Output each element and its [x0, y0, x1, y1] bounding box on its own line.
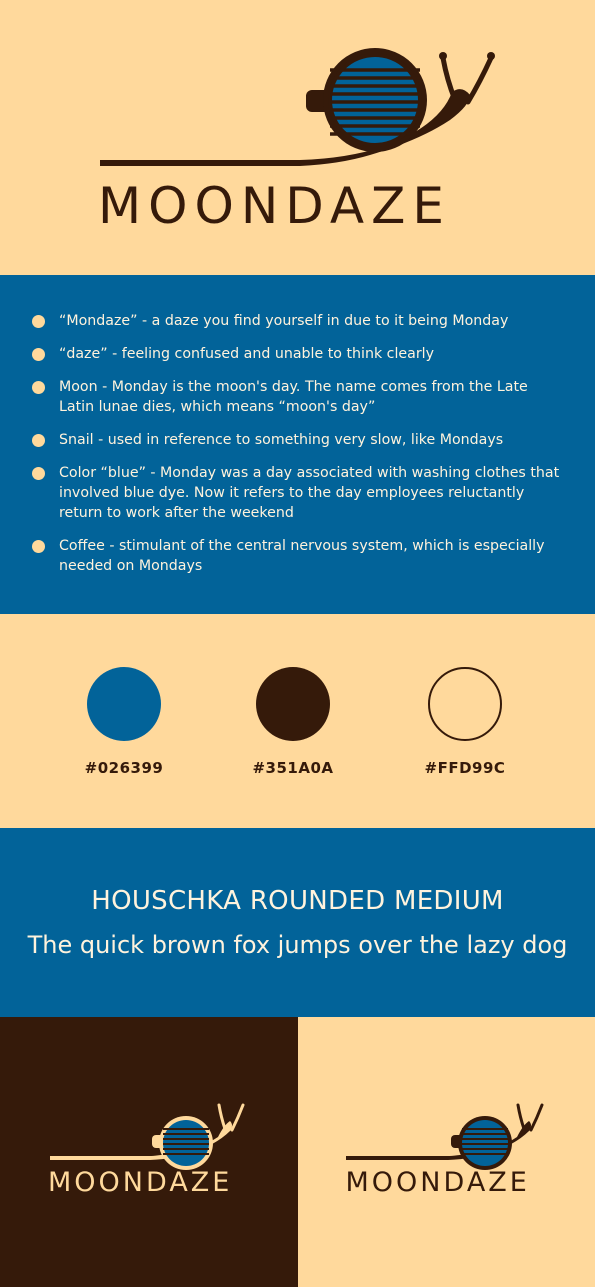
list-item: “daze” - feeling confused and unable to … [32, 344, 565, 364]
bullet-dot-icon [32, 467, 45, 480]
color-palette-section: #026399 #351A0A #FFD99C [0, 614, 595, 828]
logo-header-section: MOONDAZE [0, 0, 595, 275]
bullet-dot-icon [32, 348, 45, 361]
list-item: Coffee - stimulant of the central nervou… [32, 536, 565, 576]
swatch-cream [428, 667, 502, 741]
typography-section: HOUSCHKA ROUNDED MEDIUM The quick brown … [0, 828, 595, 1017]
list-item: “Mondaze” - a daze you find yourself in … [32, 311, 565, 331]
font-sample: The quick brown fox jumps over the lazy … [27, 931, 568, 959]
meaning-section: “Mondaze” - a daze you find yourself in … [0, 275, 595, 614]
bullet-dot-icon [32, 434, 45, 447]
swatch-label-brown: #351A0A [252, 759, 334, 777]
snail-coffee-logo-light [50, 1103, 245, 1170]
logo-variant-dark: MOONDAZE [0, 1017, 298, 1287]
bullet-dot-icon [32, 540, 45, 553]
swatch-label-blue: #026399 [84, 759, 164, 777]
logo-wordmark-dark: MOONDAZE [345, 1167, 530, 1198]
logo-variants-section: MOONDAZE MOONDAZE [0, 1017, 595, 1287]
bullet-dot-icon [32, 381, 45, 394]
logo-variant-light: MOONDAZE [297, 1017, 595, 1287]
list-item: Color “blue” - Monday was a day associat… [32, 463, 565, 523]
logo-wordmark: MOONDAZE [98, 177, 451, 235]
swatch-label-cream: #FFD99C [424, 759, 506, 777]
snail-coffee-logo-dark [345, 1103, 543, 1170]
swatch-brown [256, 667, 330, 741]
list-item: Snail - used in reference to something v… [32, 430, 565, 450]
swatch-blue [87, 667, 161, 741]
meaning-list: “Mondaze” - a daze you find yourself in … [32, 311, 565, 576]
list-item: Moon - Monday is the moon's day. The nam… [32, 377, 565, 417]
bullet-dot-icon [32, 315, 45, 328]
font-name: HOUSCHKA ROUNDED MEDIUM [91, 886, 504, 916]
logo-wordmark-light: MOONDAZE [48, 1167, 233, 1198]
